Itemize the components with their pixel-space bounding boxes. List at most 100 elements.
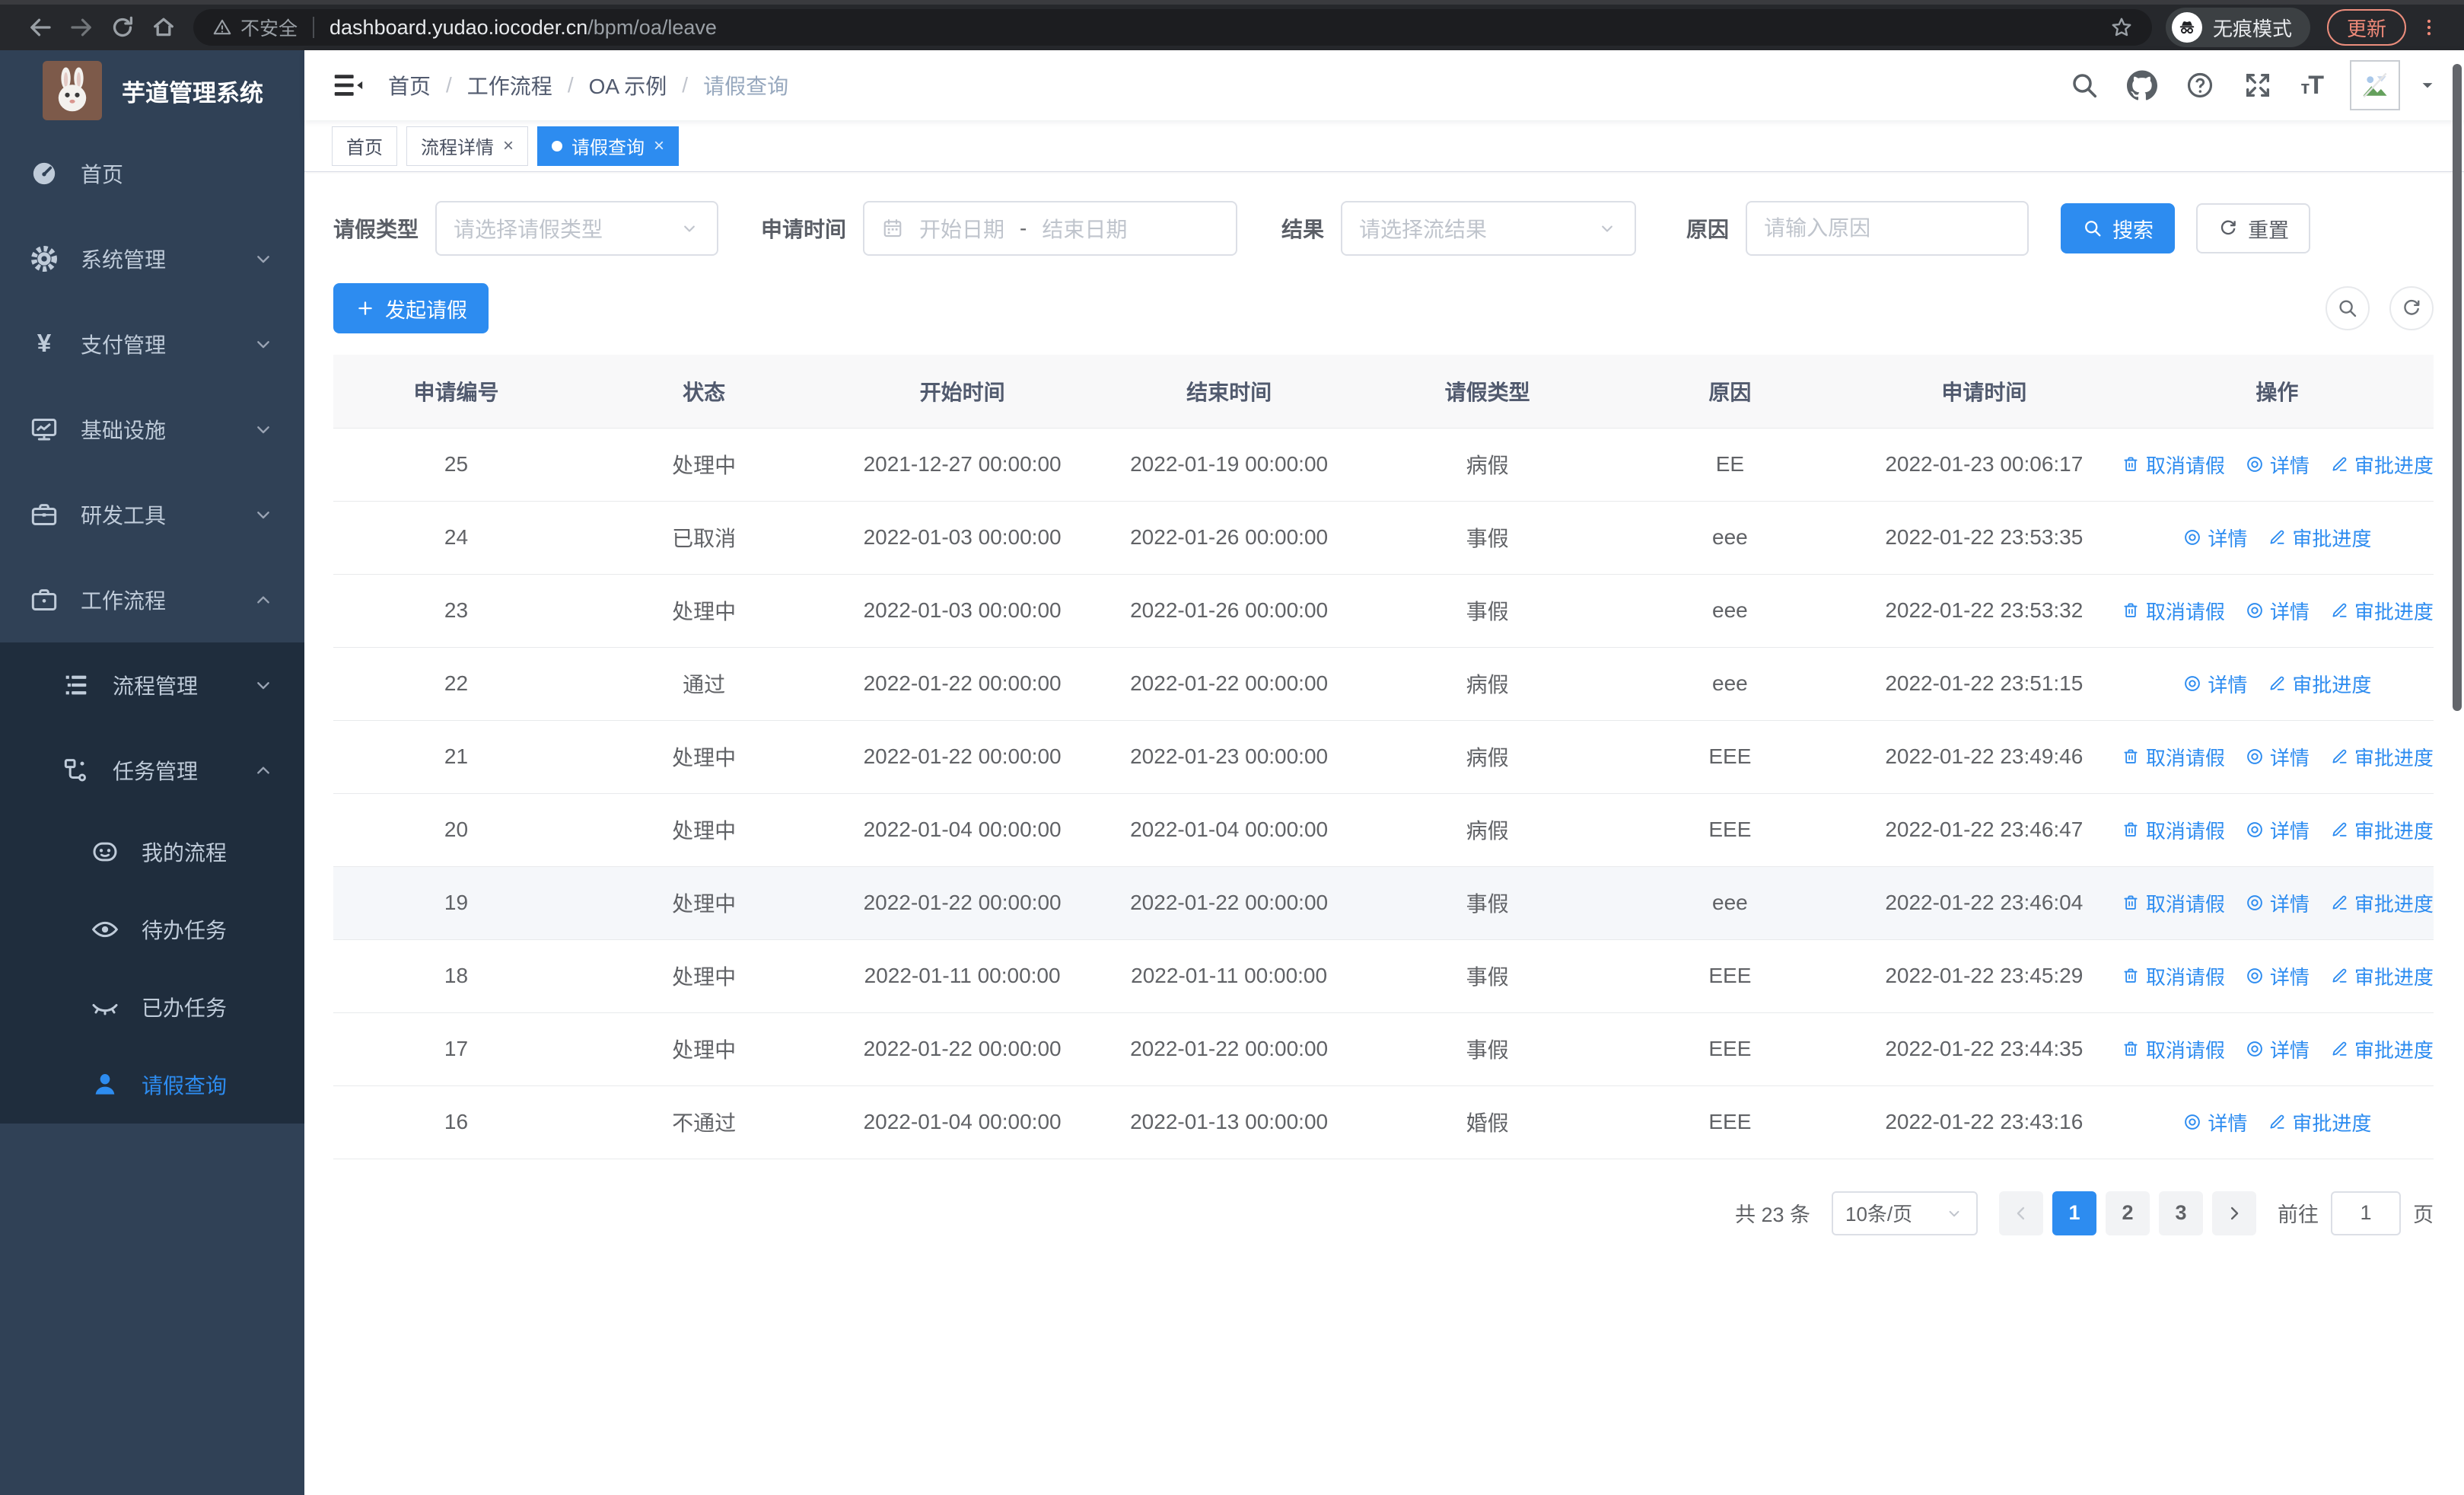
table-row-21: 21 处理中 2022-01-22 00:00:00 2022-01-23 00:00… xyxy=(333,720,2434,794)
cell-apply-time: 2022-01-22 23:46:47 xyxy=(1847,793,2121,867)
sidebar-item-todo-tasks[interactable]: 待办任务 xyxy=(0,891,304,968)
action-detail-link[interactable]: 详情 xyxy=(2245,816,2310,844)
page-button-1[interactable]: 1 xyxy=(2052,1191,2096,1235)
cell-actions: 详情 审批进度 xyxy=(2120,501,2434,575)
search-button[interactable]: 搜索 xyxy=(2061,203,2176,253)
sidebar-item-dev-tools[interactable]: 研发工具 xyxy=(0,472,304,557)
action-progress-link[interactable]: 审批进度 xyxy=(2329,1035,2434,1063)
tab-leave-query[interactable]: 请假查询 × xyxy=(537,126,680,166)
table-refresh-icon[interactable] xyxy=(2389,286,2434,330)
action-detail-link[interactable]: 详情 xyxy=(2245,597,2310,625)
page-button-3[interactable]: 3 xyxy=(2159,1191,2203,1235)
breadcrumb-item-0[interactable]: 首页 xyxy=(388,70,431,100)
sidebar-item-process-management[interactable]: 流程管理 xyxy=(0,642,304,728)
font-size-icon[interactable]: тT xyxy=(2300,71,2324,100)
action-detail-link[interactable]: 详情 xyxy=(2245,962,2310,990)
action-cancel-link[interactable]: 取消请假 xyxy=(2121,1035,2225,1063)
sidebar-item-leave-query[interactable]: 请假查询 xyxy=(0,1046,304,1124)
tab-close-icon[interactable]: × xyxy=(503,136,514,155)
cell-actions: 取消请假 详情 审批进度 xyxy=(2120,1012,2434,1086)
action-cancel-link[interactable]: 取消请假 xyxy=(2121,816,2225,844)
action-detail-link[interactable]: 详情 xyxy=(2245,889,2310,917)
bookmark-star-icon[interactable] xyxy=(2109,15,2134,40)
action-cancel-link[interactable]: 取消请假 xyxy=(2121,597,2225,625)
next-page-button[interactable] xyxy=(2212,1191,2256,1235)
action-progress-link[interactable]: 审批进度 xyxy=(2329,597,2434,625)
action-cancel-link[interactable]: 取消请假 xyxy=(2121,889,2225,917)
action-progress-link[interactable]: 审批进度 xyxy=(2329,889,2434,917)
reset-button[interactable]: 重置 xyxy=(2196,203,2311,253)
action-progress-link[interactable]: 审批进度 xyxy=(2329,451,2434,479)
search-icon xyxy=(2085,221,2101,237)
sidebar-item-my-process[interactable]: 我的流程 xyxy=(0,813,304,891)
action-cancel-link[interactable]: 取消请假 xyxy=(2121,451,2225,479)
action-progress-link[interactable]: 审批进度 xyxy=(2267,1108,2371,1136)
github-icon[interactable] xyxy=(2127,70,2158,100)
sidebar-item-task-management[interactable]: 任务管理 xyxy=(0,728,304,813)
action-label: 详情 xyxy=(2269,1038,2310,1062)
app-logo[interactable]: 芋道管理系统 xyxy=(0,50,304,131)
tab-home[interactable]: 首页 xyxy=(332,126,397,166)
breadcrumb-item-1[interactable]: 工作流程 xyxy=(467,70,552,100)
table-row-19: 19 处理中 2022-01-22 00:00:00 2022-01-22 00:00… xyxy=(333,866,2434,940)
apply-time-range-picker[interactable]: 开始日期 - 结束日期 xyxy=(863,201,1238,256)
browser-back-icon[interactable] xyxy=(20,7,61,48)
cell-start-time: 2022-01-22 00:00:00 xyxy=(829,647,1096,721)
cell-end-time: 2022-01-04 00:00:00 xyxy=(1095,793,1363,867)
action-detail-link[interactable]: 详情 xyxy=(2245,1035,2310,1063)
avatar-caret-down-icon[interactable] xyxy=(2417,75,2438,96)
browser-menu-icon[interactable] xyxy=(2414,9,2444,46)
sidebar-item-home[interactable]: 首页 xyxy=(0,131,304,216)
action-progress-link[interactable]: 审批进度 xyxy=(2329,962,2434,990)
cell-reason: eee xyxy=(1612,501,1848,575)
action-cancel-link[interactable]: 取消请假 xyxy=(2121,962,2225,990)
action-detail-link[interactable]: 详情 xyxy=(2245,743,2310,771)
result-select[interactable]: 请选择流结果 xyxy=(1341,201,1637,256)
tab-process-detail[interactable]: 流程详情 × xyxy=(406,126,529,166)
action-detail-link[interactable]: 详情 xyxy=(2245,451,2310,479)
fullscreen-icon[interactable] xyxy=(2243,70,2273,100)
page-scrollbar[interactable] xyxy=(2453,64,2462,711)
tab-close-icon[interactable]: × xyxy=(654,136,664,155)
action-cancel-link[interactable]: 取消请假 xyxy=(2121,743,2225,771)
create-leave-button[interactable]: 发起请假 xyxy=(333,283,489,333)
sidebar-item-system-management[interactable]: 系统管理 xyxy=(0,216,304,301)
cell-id: 17 xyxy=(333,1012,579,1086)
url-bar[interactable]: 不安全 dashboard.yudao.iocoder.cn/bpm/oa/le… xyxy=(193,9,2152,46)
prev-page-button[interactable] xyxy=(1999,1191,2043,1235)
breadcrumb-item-2[interactable]: OA 示例 xyxy=(589,70,667,100)
security-warning[interactable]: 不安全 xyxy=(212,14,298,41)
action-progress-link[interactable]: 审批进度 xyxy=(2329,816,2434,844)
browser-reload-icon[interactable] xyxy=(102,7,143,48)
chevron-up-icon xyxy=(251,588,275,612)
cell-end-time: 2022-01-23 00:00:00 xyxy=(1095,720,1363,794)
sidebar-item-infrastructure[interactable]: 基础设施 xyxy=(0,387,304,472)
sidebar-item-workflow[interactable]: 工作流程 xyxy=(0,557,304,642)
help-icon[interactable] xyxy=(2185,70,2215,100)
action-detail-link[interactable]: 详情 xyxy=(2182,1108,2247,1136)
browser-forward-icon[interactable] xyxy=(61,7,102,48)
action-detail-link[interactable]: 详情 xyxy=(2182,670,2247,698)
action-progress-link[interactable]: 审批进度 xyxy=(2267,670,2371,698)
sidebar-item-payment-management[interactable]: ¥ 支付管理 xyxy=(0,301,304,387)
sidebar-collapse-icon[interactable] xyxy=(330,68,365,103)
action-label: 取消请假 xyxy=(2145,892,2225,916)
sidebar-item-done-tasks[interactable]: 已办任务 xyxy=(0,968,304,1046)
cell-end-time: 2022-01-26 00:00:00 xyxy=(1095,574,1363,648)
browser-update-button[interactable]: 更新 xyxy=(2326,9,2406,46)
search-icon[interactable] xyxy=(2069,70,2099,100)
action-progress-link[interactable]: 审批进度 xyxy=(2329,743,2434,771)
breadcrumb-separator: / xyxy=(446,73,452,97)
page-button-2[interactable]: 2 xyxy=(2106,1191,2150,1235)
goto-page-input[interactable] xyxy=(2331,1191,2401,1235)
page-size-select[interactable]: 10条/页 xyxy=(1832,1191,1978,1235)
reason-input[interactable] xyxy=(1746,201,2029,256)
trash-icon xyxy=(2124,968,2138,983)
browser-home-icon[interactable] xyxy=(143,7,184,48)
leave-type-select[interactable]: 请选择请假类型 xyxy=(435,201,719,256)
action-progress-link[interactable]: 审批进度 xyxy=(2267,524,2371,552)
column-header-5: 原因 xyxy=(1612,355,1848,429)
avatar[interactable] xyxy=(2350,60,2400,110)
table-search-icon[interactable] xyxy=(2326,286,2370,330)
action-detail-link[interactable]: 详情 xyxy=(2182,524,2247,552)
